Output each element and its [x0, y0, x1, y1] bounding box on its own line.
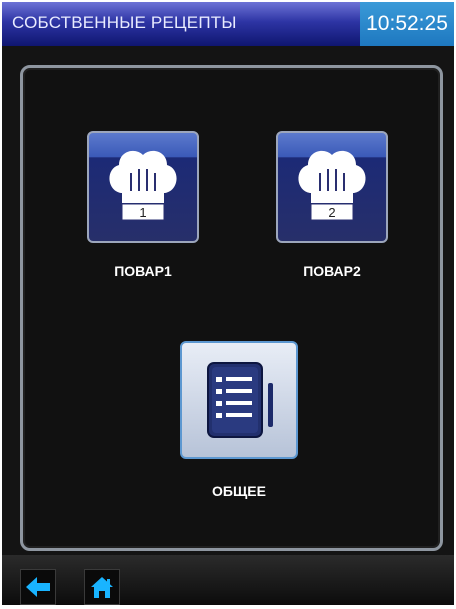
- chef-badge: 1: [139, 205, 147, 220]
- chef2-label: ПОВАР2: [303, 263, 361, 279]
- chef1-button[interactable]: 1: [87, 131, 199, 243]
- main-panel: 1 ПОВАР1 2 ПОВАР2 ОБЩЕЕ: [20, 65, 443, 551]
- chef-hat-icon: [109, 150, 177, 221]
- chef2-button[interactable]: 2: [276, 131, 388, 243]
- app-screen: СОБСТВЕННЫЕ РЕЦЕПТЫ 10:52:25 1 ПОВАР1 2: [2, 2, 454, 605]
- general-label: ОБЩЕЕ: [212, 483, 266, 499]
- general-recipes-button[interactable]: [180, 341, 298, 459]
- page-title: СОБСТВЕННЫЕ РЕЦЕПТЫ: [12, 13, 237, 32]
- title-bar: СОБСТВЕННЫЕ РЕЦЕПТЫ 10:52:25: [2, 2, 454, 46]
- home-icon: [91, 577, 113, 598]
- chef-hat-icon: [298, 150, 366, 221]
- arrow-left-icon: [26, 577, 50, 597]
- back-button[interactable]: [20, 569, 56, 605]
- home-button[interactable]: [84, 569, 120, 605]
- recipe-list-icon: [207, 362, 273, 438]
- chef-badge: 2: [328, 205, 336, 220]
- clock: 10:52:25: [360, 2, 454, 46]
- bottom-toolbar: [2, 555, 454, 605]
- chef1-label: ПОВАР1: [114, 263, 172, 279]
